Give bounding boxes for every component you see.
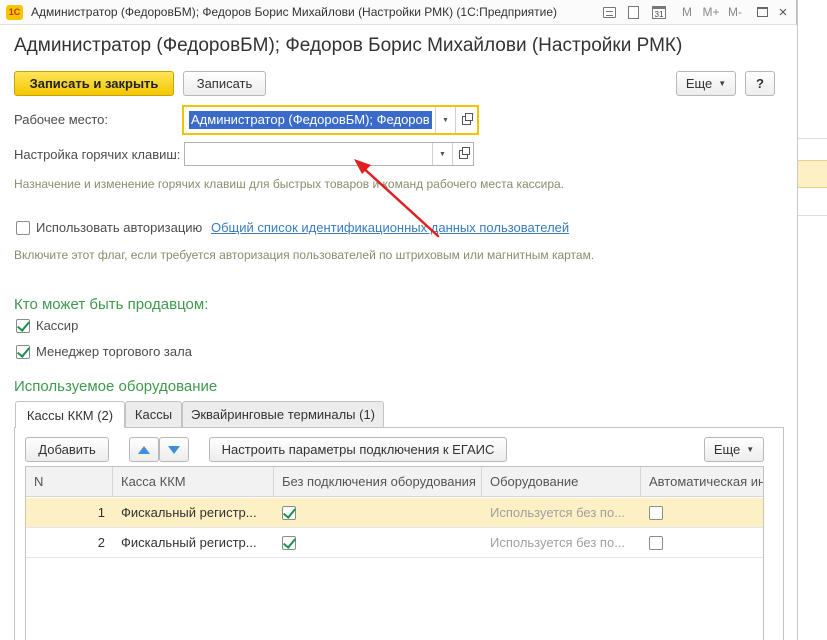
more-button[interactable]: Еще ▼ xyxy=(676,71,736,96)
hotkeys-hint: Назначение и изменение горячих клавиш дл… xyxy=(14,177,565,191)
row-kkm: Фискальный регистр... xyxy=(121,505,257,520)
row-no-connection xyxy=(274,498,482,528)
chevron-down-icon: ▼ xyxy=(746,445,755,454)
column-header-equipment[interactable]: Оборудование xyxy=(482,467,641,497)
table-more-button[interactable]: Еще ▼ xyxy=(704,437,764,462)
manager-label[interactable]: Менеджер торгового зала xyxy=(36,344,192,359)
kkm-table: N Касса ККМ Без подключения оборудования… xyxy=(25,466,764,640)
manager-checkbox[interactable] xyxy=(16,345,30,359)
hotkeys-dropdown-icon[interactable]: ▼ xyxy=(432,143,452,165)
workplace-label: Рабочее место: xyxy=(14,112,109,127)
move-up-button[interactable] xyxy=(129,437,159,462)
row-equipment: Используется без по... xyxy=(490,535,626,550)
save-and-close-button[interactable]: Записать и закрыть xyxy=(14,71,174,96)
authorization-hint: Включите этот флаг, если требуется автор… xyxy=(14,248,595,262)
workplace-value: Администратор (ФедоровБМ); Федоров xyxy=(189,111,432,129)
memory-m-button[interactable]: M xyxy=(680,3,694,21)
row-number: 2 xyxy=(97,535,105,550)
column-header-n[interactable]: N xyxy=(26,467,113,497)
move-down-button[interactable] xyxy=(159,437,189,462)
add-button[interactable]: Добавить xyxy=(25,437,109,462)
arrow-down-icon xyxy=(168,445,180,454)
cashier-checkbox[interactable] xyxy=(16,319,30,333)
no-connection-checkbox[interactable] xyxy=(282,536,296,550)
workplace-dropdown-icon[interactable]: ▼ xyxy=(435,107,455,133)
memory-plus-button[interactable]: M+ xyxy=(700,3,722,21)
row-no-connection xyxy=(274,528,482,558)
maximize-icon[interactable] xyxy=(755,3,769,21)
column-header-kkm[interactable]: Касса ККМ xyxy=(113,467,274,497)
arrow-up-icon xyxy=(138,445,150,454)
workplace-open-icon[interactable] xyxy=(455,107,477,133)
chevron-down-icon: ▼ xyxy=(718,79,727,88)
calendar-icon[interactable]: 31 xyxy=(650,3,668,21)
authorization-checkbox[interactable] xyxy=(16,221,30,235)
row-auto xyxy=(641,528,763,558)
auto-checkbox[interactable] xyxy=(649,536,663,550)
page-title: Администратор (ФедоровБМ); Федоров Борис… xyxy=(14,35,683,56)
sellers-section-title: Кто может быть продавцом: xyxy=(14,296,209,313)
more-button-label: Еще xyxy=(685,76,713,91)
window-titlebar: 1С Администратор (ФедоровБМ); Федоров Бо… xyxy=(0,0,797,25)
print-icon[interactable] xyxy=(600,3,618,21)
users-id-list-link[interactable]: Общий список идентификационных данных по… xyxy=(211,220,569,235)
save-button[interactable]: Записать xyxy=(183,71,266,96)
background-window xyxy=(797,0,827,640)
column-header-no-connection[interactable]: Без подключения оборудования xyxy=(274,467,482,497)
auto-checkbox[interactable] xyxy=(649,506,663,520)
help-button[interactable]: ? xyxy=(745,71,775,96)
hotkeys-field[interactable]: ▼ xyxy=(184,142,474,166)
row-equipment: Используется без по... xyxy=(490,505,626,520)
workplace-field[interactable]: Администратор (ФедоровБМ); Федоров ▼ xyxy=(182,105,479,135)
tab-registers[interactable]: Кассы xyxy=(125,401,182,427)
window-title: Администратор (ФедоровБМ); Федоров Борис… xyxy=(31,5,558,19)
column-header-auto[interactable]: Автоматическая ин xyxy=(641,467,763,497)
table-more-label: Еще xyxy=(713,442,741,457)
equipment-section-title: Используемое оборудование xyxy=(14,378,218,395)
row-number: 1 xyxy=(97,505,105,520)
no-connection-checkbox[interactable] xyxy=(282,506,296,520)
egais-settings-button[interactable]: Настроить параметры подключения к ЕГАИС xyxy=(209,437,507,462)
document-icon[interactable] xyxy=(625,3,641,21)
memory-minus-button[interactable]: M- xyxy=(725,3,745,21)
app-logo-icon: 1С xyxy=(6,5,23,20)
cashier-label[interactable]: Кассир xyxy=(36,318,78,333)
row-kkm: Фискальный регистр... xyxy=(121,535,257,550)
table-row[interactable]: 1 Фискальный регистр... Используется без… xyxy=(26,498,763,528)
hotkeys-open-icon[interactable] xyxy=(452,143,474,165)
authorization-label[interactable]: Использовать авторизацию xyxy=(36,220,202,235)
tab-acquiring[interactable]: Эквайринговые терминалы (1) xyxy=(182,401,384,427)
tab-kkm[interactable]: Кассы ККМ (2) xyxy=(15,401,125,428)
hotkeys-label: Настройка горячих клавиш: xyxy=(14,147,181,162)
close-icon[interactable]: × xyxy=(776,3,790,21)
row-auto xyxy=(641,498,763,528)
table-row[interactable]: 2 Фискальный регистр... Используется без… xyxy=(26,528,763,558)
